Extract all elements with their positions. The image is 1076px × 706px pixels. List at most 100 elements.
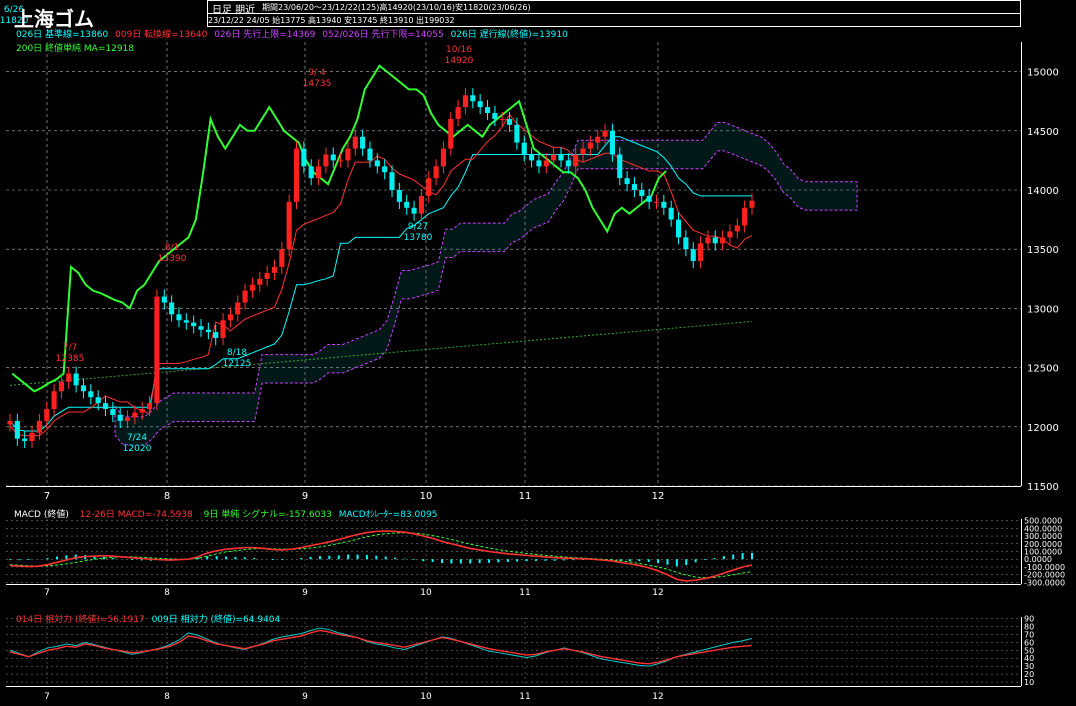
candle-body	[551, 154, 557, 161]
candle-body	[176, 314, 182, 321]
candle-body	[646, 195, 652, 202]
candle-body	[389, 172, 395, 190]
candle-body	[506, 118, 513, 125]
main-x-tick: 7	[44, 491, 50, 502]
macd-x-tick: 8	[164, 588, 170, 598]
candle-body	[205, 329, 211, 333]
candle-body	[286, 201, 292, 250]
candle-body	[683, 237, 689, 250]
legend-ma200: 200日 終値単純 MA=12918	[16, 44, 134, 54]
main-x-tick: 9	[302, 491, 308, 502]
macd-signal-line	[9, 532, 753, 579]
main-x-tick: 12	[652, 491, 665, 502]
candle-body	[198, 326, 204, 330]
candle-body	[22, 438, 28, 442]
candle-body	[227, 314, 233, 321]
candle-body	[536, 160, 542, 167]
main-legend: 026日 基準線=13860 009日 転換線=13640 026日 先行上限=…	[16, 28, 616, 56]
candle-body	[80, 385, 87, 392]
annotation-date: 7/24	[127, 433, 147, 443]
candle-body	[521, 142, 527, 155]
candle-body	[279, 249, 285, 267]
candle-body	[257, 278, 263, 285]
legend-tenkan: 009日 転換線=13640	[115, 30, 208, 40]
candle-body	[51, 391, 57, 410]
annotation-value: 14920	[445, 56, 474, 66]
candle-body	[58, 381, 64, 392]
candle-body	[602, 130, 608, 137]
candle-body	[580, 148, 586, 155]
annotation-value: 12125	[223, 359, 252, 369]
main-x-tick: 10	[420, 491, 433, 502]
candle-body	[573, 154, 579, 167]
candle-body	[492, 113, 498, 119]
candle-body	[44, 409, 50, 421]
candle-body	[264, 272, 270, 279]
main-y-tick: 13500	[1027, 245, 1059, 256]
main-y-tick: 12500	[1027, 364, 1059, 375]
candle-body	[565, 160, 571, 167]
candle-body	[712, 237, 718, 244]
candle-body	[183, 320, 189, 323]
candle-body	[95, 397, 101, 404]
candle-body	[374, 160, 380, 167]
candle-body	[323, 154, 329, 167]
candle-body	[720, 237, 726, 244]
candle-body	[352, 136, 358, 149]
candle-body	[161, 296, 167, 303]
candle-body	[558, 154, 564, 161]
kijun-line	[9, 136, 752, 432]
main-y-tick: 15000	[1027, 68, 1059, 79]
rsi-x-tick: 10	[420, 692, 432, 702]
candle-body	[705, 237, 711, 244]
header-line2: 23/12/22 24/05 始13775 高13940 安13745 終139…	[208, 16, 455, 25]
legend-macd: 12-26日 MACD=-74.5938	[79, 510, 193, 520]
candle-body	[117, 414, 123, 421]
main-y-tick: 11500	[1027, 482, 1059, 493]
header-line1: 日足 期近	[212, 5, 256, 16]
candle-body	[345, 148, 351, 161]
candle-body	[66, 373, 72, 382]
main-x-tick: 8	[164, 491, 170, 502]
candle-body	[396, 190, 402, 202]
candle-body	[315, 166, 322, 179]
macd-x-tick: 12	[652, 588, 663, 598]
candle-body	[698, 243, 704, 262]
legend-chikou: 026日 遅行線(終値)=13910	[450, 30, 568, 40]
candle-body	[631, 184, 638, 190]
annotation-value: 12020	[123, 444, 152, 454]
chikou-line	[11, 64, 667, 393]
candle-body	[169, 302, 175, 315]
legend-rsi14: 014日 相対力 (終値)=56.1917	[16, 615, 145, 625]
candle-body	[308, 166, 314, 179]
annotation-value: 13390	[158, 254, 187, 264]
candle-body	[271, 266, 278, 273]
candle-body	[675, 219, 682, 238]
candle-body	[73, 373, 79, 386]
candle-body	[690, 249, 696, 262]
candle-body	[14, 420, 20, 439]
candle-body	[404, 201, 410, 208]
rsi-y-tick: 10	[1024, 678, 1034, 687]
candle-body	[191, 322, 197, 327]
candle-body	[220, 320, 226, 338]
candle-body	[595, 136, 601, 143]
legend-oscillator: MACDｵｼﾚｰﾀｰ=83.0095	[338, 510, 438, 520]
candle-body	[132, 412, 138, 418]
legend-macd-title: MACD (終値)	[14, 510, 69, 520]
candle-body	[734, 225, 740, 232]
candle-body	[470, 95, 476, 102]
candle-body	[433, 166, 439, 179]
annotation-date: 9/ 4	[308, 68, 326, 78]
macd-x-tick: 10	[420, 588, 432, 598]
candle-body	[213, 332, 219, 338]
annotation-date: 8/1	[165, 243, 179, 253]
candle-body	[639, 190, 645, 196]
candle-body	[499, 118, 505, 120]
rsi-x-tick: 12	[652, 692, 663, 702]
candle-body	[727, 231, 733, 238]
main-y-tick: 12000	[1027, 423, 1059, 434]
candle-body	[484, 107, 491, 114]
rsi-x-tick: 9	[302, 692, 308, 702]
annotation-value: 13780	[404, 233, 433, 243]
